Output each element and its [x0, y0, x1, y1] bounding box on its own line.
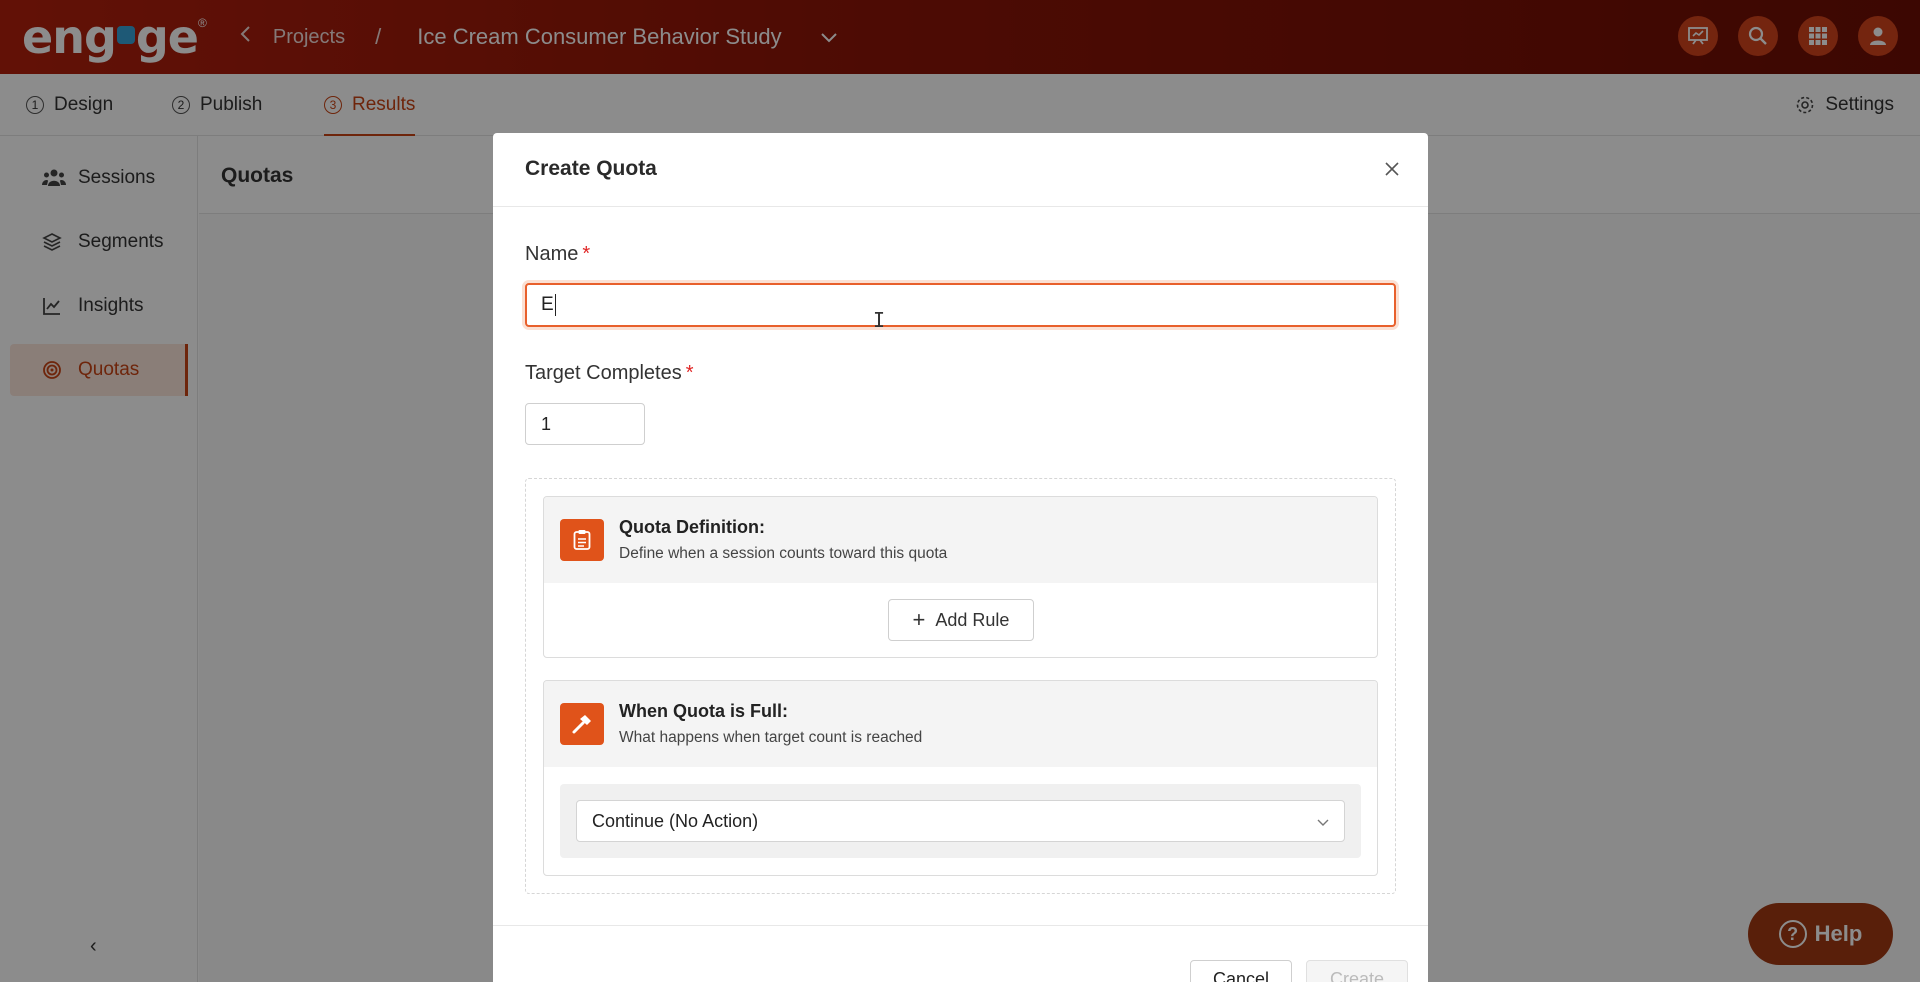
cancel-label: Cancel — [1212, 969, 1270, 982]
modal-footer: Cancel Create — [493, 925, 1428, 982]
create-quota-modal: Create Quota Name * E I Target Completes *… — [493, 133, 1428, 982]
definition-title: Quota Definition: — [619, 517, 765, 537]
when-full-card: When Quota is Full: What happens when ta… — [543, 680, 1378, 876]
card-header: When Quota is Full: What happens when ta… — [544, 681, 1377, 767]
text-caret — [554, 294, 556, 316]
create-label: Create — [1329, 969, 1385, 982]
create-button[interactable]: Create — [1306, 960, 1408, 982]
required-mark: * — [685, 362, 694, 384]
definition-subtitle: Define when a session counts toward this… — [619, 545, 948, 562]
quota-config-box: Quota Definition: Define when a session … — [525, 478, 1396, 894]
required-mark: * — [582, 243, 591, 265]
full-action-value: Continue (No Action) — [592, 810, 759, 831]
clipboard-icon — [560, 519, 604, 561]
hammer-icon — [560, 703, 604, 745]
modal-header: Create Quota — [493, 133, 1428, 207]
when-full-subtitle: What happens when target count is reache… — [619, 729, 923, 746]
target-completes-input[interactable]: 1 — [525, 403, 645, 445]
plus-icon: + — [912, 607, 926, 632]
name-label-text: Name — [525, 243, 579, 265]
add-rule-button[interactable]: + Add Rule — [888, 599, 1034, 641]
target-completes-value: 1 — [541, 413, 552, 434]
add-rule-label: Add Rule — [935, 609, 1010, 630]
name-label: Name * — [525, 243, 590, 266]
full-action-select[interactable]: Continue (No Action) — [576, 800, 1345, 842]
target-label: Target Completes * — [525, 362, 694, 385]
name-input-value: E — [541, 294, 554, 315]
modal-title: Create Quota — [525, 157, 657, 180]
action-select-wrapper: Continue (No Action) — [560, 784, 1361, 858]
target-label-text: Target Completes — [525, 362, 682, 384]
chevron-down-icon — [1317, 819, 1329, 826]
cancel-button[interactable]: Cancel — [1190, 960, 1292, 982]
name-input[interactable]: E — [525, 283, 1396, 327]
quota-definition-card: Quota Definition: Define when a session … — [543, 496, 1378, 658]
when-full-title: When Quota is Full: — [619, 701, 788, 721]
ibeam-cursor-icon: I — [873, 308, 886, 332]
close-icon[interactable] — [1380, 157, 1404, 181]
card-header: Quota Definition: Define when a session … — [544, 497, 1377, 583]
